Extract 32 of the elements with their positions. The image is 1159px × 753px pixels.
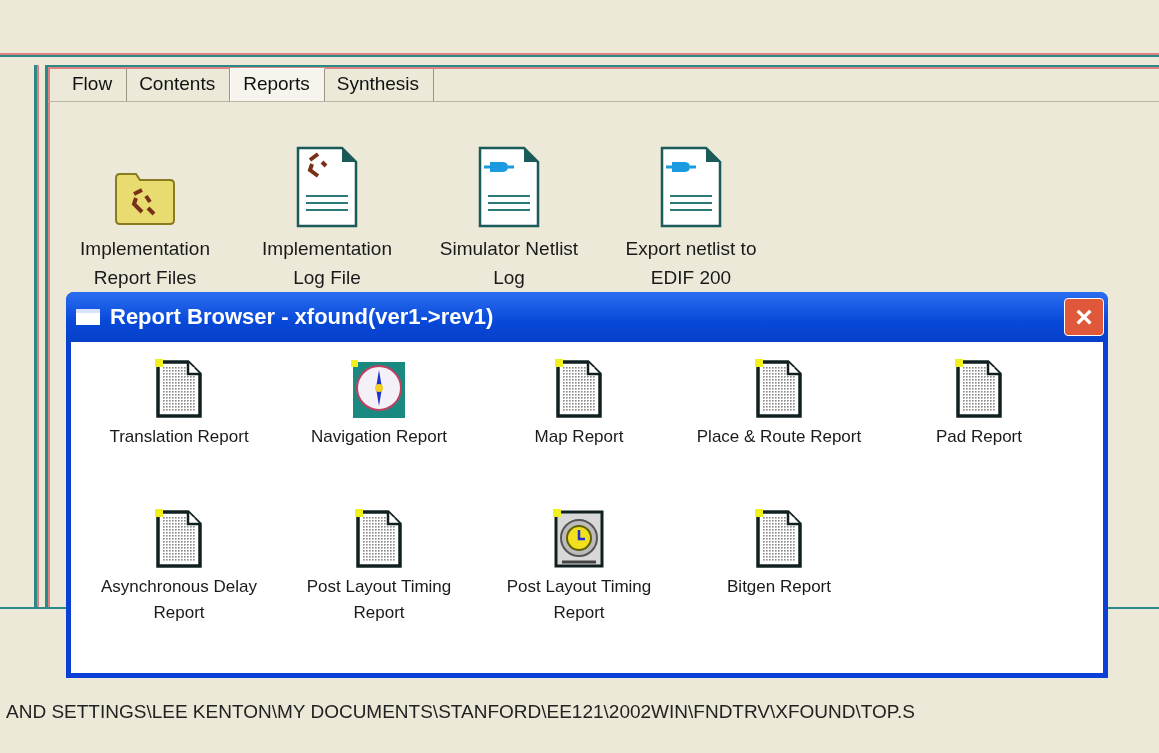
item-label[interactable]: Pad Report [936,424,1022,450]
document-icon[interactable] [154,358,204,420]
file-path: AND SETTINGS\LEE KENTON\MY DOCUMENTS\STANFORD\EE121\2002WIN\FNDTRV\XFOUND\TOP.S [5,701,916,723]
item-label[interactable]: Export netlist to EDIF 200 [616,234,766,292]
document-icon[interactable] [354,508,404,570]
compass-icon[interactable] [351,360,407,420]
item-label[interactable]: Post Layout Timing Report [291,574,467,626]
item-label[interactable]: Translation Report [109,424,249,450]
document-icon[interactable] [154,508,204,570]
item-label[interactable]: Implementation Log File [252,234,402,292]
document-icon[interactable] [754,508,804,570]
log-file-icon[interactable] [296,146,358,228]
netlist-file-icon[interactable] [660,146,722,228]
close-button[interactable]: × [1064,298,1104,336]
item-label[interactable]: Navigation Report [310,424,448,450]
window-title: Report Browser - xfound(ver1->rev1) [110,304,495,330]
item-label[interactable]: Bitgen Report [727,574,831,600]
tab[interactable]: Reports [230,68,325,101]
item-label[interactable]: Implementation Report Files [70,234,220,292]
document-icon[interactable] [954,358,1004,420]
netlist-file-icon[interactable] [478,146,540,228]
stopwatch-icon[interactable] [552,508,606,570]
document-icon[interactable] [754,358,804,420]
item-label[interactable]: Place & Route Report [696,424,862,450]
tab[interactable]: Flow [60,69,128,101]
item-label[interactable]: Asynchronous Delay Report [91,574,267,626]
window-icon [76,309,100,325]
item-label[interactable]: Simulator Netlist Log [434,234,584,292]
item-label[interactable]: Map Report [534,424,624,450]
item-label[interactable]: Post Layout Timing Report [491,574,667,626]
document-icon[interactable] [554,358,604,420]
tab[interactable]: Synthesis [324,69,435,101]
